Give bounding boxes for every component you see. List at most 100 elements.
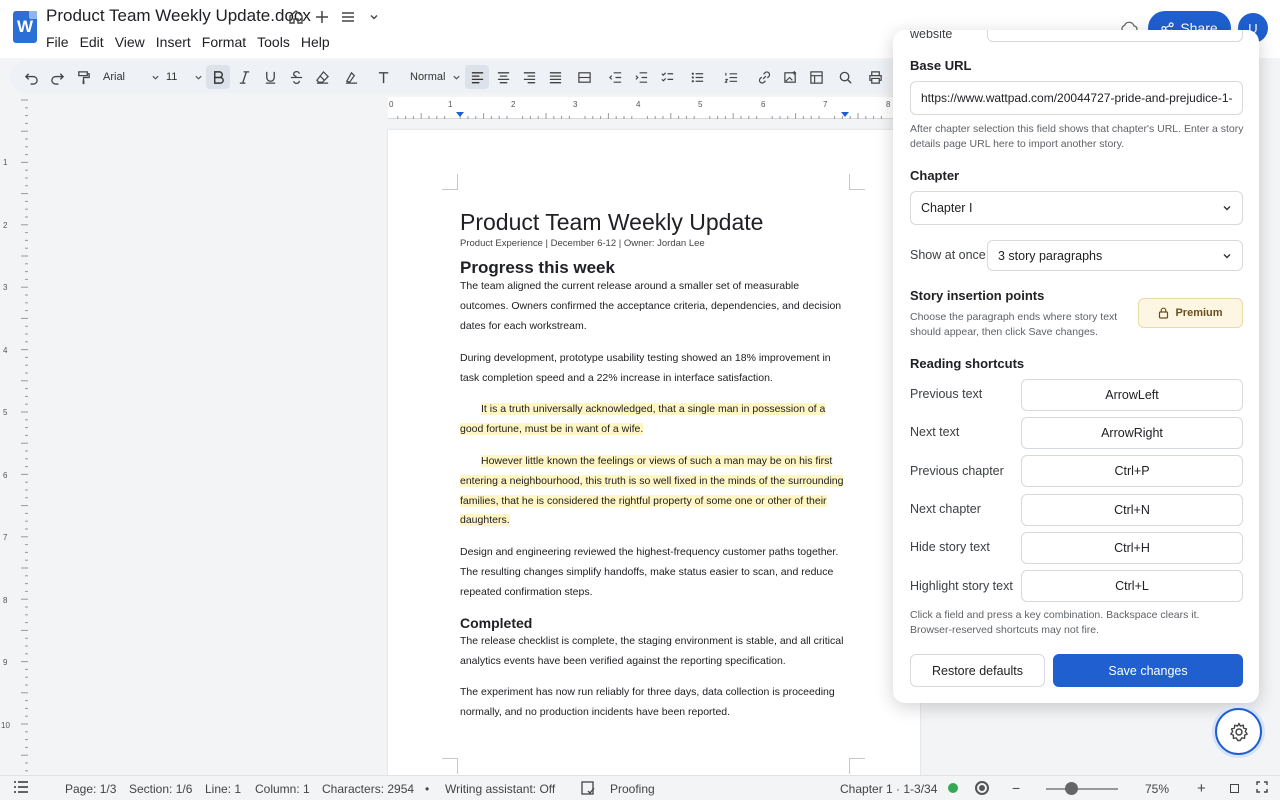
hruler-num: 4 (636, 100, 641, 109)
shortcut-input-next-chapter[interactable]: Ctrl+N (1021, 494, 1243, 526)
shortcut-input-next-text[interactable]: ArrowRight (1021, 417, 1243, 449)
premium-button[interactable]: Premium (1138, 298, 1243, 328)
base-url-input[interactable]: https://www.wattpad.com/20044727-pride-a… (910, 81, 1243, 115)
highlight-color-icon[interactable] (340, 68, 362, 86)
status-characters: Characters: 2954 (322, 782, 415, 796)
insertion-points-label: Story insertion points (910, 288, 1045, 303)
vertical-ruler: 1 2 3 4 5 6 7 8 9 10 (0, 96, 28, 772)
clear-formatting-eraser-icon[interactable] (313, 68, 331, 86)
restore-defaults-button[interactable]: Restore defaults (910, 654, 1045, 687)
status-section: Section: 1/6 (129, 782, 193, 796)
outline-list-icon[interactable] (13, 780, 29, 797)
chevron-down-icon (193, 68, 203, 86)
story-paragraph-highlighted: However little known the feelings or vie… (460, 455, 844, 527)
text-style-icon[interactable] (372, 68, 396, 86)
left-indent-marker[interactable] (456, 112, 464, 117)
status-line: Line: 1 (205, 782, 242, 796)
paragraph-style-select[interactable]: Normal (410, 68, 450, 86)
zoom-value: 75% (1145, 782, 1170, 796)
zoom-in-button[interactable]: + (1197, 780, 1206, 797)
italic-icon[interactable] (235, 68, 253, 86)
menu-file[interactable]: File (46, 34, 69, 50)
vruler-num: 9 (3, 658, 8, 667)
hruler-num: 0 (389, 100, 394, 109)
vruler-num: 7 (3, 533, 8, 542)
zoom-slider-thumb[interactable] (1065, 782, 1079, 795)
story-settings-panel: website Base URL https://www.wattpad.com… (893, 30, 1259, 703)
insert-table-icon[interactable] (807, 68, 825, 86)
shortcut-label-next-chapter: Next chapter (910, 502, 981, 516)
shortcut-input-hide-story[interactable]: Ctrl+H (1021, 532, 1243, 564)
hruler-num: 5 (698, 100, 703, 109)
proofing-icon (580, 780, 596, 799)
redo-icon[interactable] (48, 68, 66, 86)
menu-insert[interactable]: Insert (156, 34, 191, 50)
increase-indent-icon[interactable] (632, 68, 650, 86)
numbered-list-icon[interactable] (718, 68, 744, 86)
find-search-icon[interactable] (833, 68, 857, 86)
menu-view[interactable]: View (115, 34, 145, 50)
align-center-icon[interactable] (494, 68, 512, 86)
undo-icon[interactable] (22, 68, 40, 86)
paragraph: The team aligned the current release aro… (460, 280, 842, 332)
zoom-slider-track[interactable] (1046, 788, 1118, 790)
hamburger-menu-icon[interactable] (339, 8, 357, 26)
checklist-icon[interactable] (658, 68, 676, 86)
shortcut-input-previous-chapter[interactable]: Ctrl+P (1021, 455, 1243, 487)
section-heading-completed: Completed (460, 615, 533, 631)
status-column: Column: 1 (255, 782, 310, 796)
show-at-once-select[interactable]: 3 story paragraphs (987, 240, 1243, 271)
bold-icon[interactable] (206, 65, 230, 89)
link-icon[interactable] (755, 68, 773, 86)
partial-field-input[interactable] (987, 30, 1243, 42)
fit-page-icon[interactable] (1230, 784, 1239, 793)
strikethrough-icon[interactable] (287, 68, 305, 86)
margin-corner (442, 758, 458, 774)
paragraph: The experiment has now run reliably for … (460, 686, 835, 718)
home-icon[interactable] (287, 8, 305, 26)
zoom-out-button[interactable]: − (1012, 780, 1020, 796)
menu-edit[interactable]: Edit (80, 34, 104, 50)
menu-tools[interactable]: Tools (257, 34, 290, 50)
chapter-label: Chapter (910, 168, 960, 183)
shortcut-input-previous-text[interactable]: ArrowLeft (1021, 379, 1243, 411)
margin-corner (442, 174, 458, 190)
print-icon[interactable] (866, 68, 884, 86)
hruler-num: 2 (511, 100, 516, 109)
underline-icon[interactable] (261, 68, 279, 86)
app-window: W Product Team Weekly Update.docx File E… (0, 0, 1280, 800)
new-document-plus-icon[interactable] (313, 8, 331, 26)
chevron-down-icon (150, 68, 160, 86)
chapter-select[interactable]: Chapter I (910, 191, 1243, 225)
shortcut-input-highlight-story[interactable]: Ctrl+L (1021, 570, 1243, 602)
menu-help[interactable]: Help (301, 34, 330, 50)
partial-field-label: website (910, 30, 953, 41)
font-size-select[interactable]: 11 (166, 68, 186, 86)
menu-format[interactable]: Format (202, 34, 246, 50)
line-spacing-table-icon[interactable] (572, 68, 596, 86)
bulleted-list-icon[interactable] (684, 68, 710, 86)
document-meta: Product Experience | December 6-12 | Own… (460, 238, 705, 249)
align-right-icon[interactable] (520, 68, 538, 86)
proofing-label[interactable]: Proofing (610, 782, 655, 796)
vruler-num: 10 (1, 721, 10, 730)
decrease-indent-icon[interactable] (606, 68, 624, 86)
chevron-down-icon[interactable] (365, 8, 383, 26)
save-changes-button[interactable]: Save changes (1053, 654, 1243, 687)
settings-gear-button[interactable] (1215, 708, 1262, 755)
writing-assistant-status[interactable]: Writing assistant: Off (445, 782, 555, 796)
justify-icon[interactable] (546, 68, 564, 86)
font-family-select[interactable]: Arial (103, 68, 153, 86)
insert-image-icon[interactable] (781, 68, 799, 86)
vruler-num: 1 (3, 158, 8, 167)
paint-format-icon[interactable] (74, 68, 92, 86)
shortcut-label-previous-chapter: Previous chapter (910, 464, 1004, 478)
focus-mode-icon[interactable] (975, 781, 989, 795)
document-title[interactable]: Product Team Weekly Update.docx (46, 6, 311, 26)
horizontal-ruler: 0 1 2 3 4 5 6 7 8 (388, 97, 898, 119)
align-left-icon[interactable] (465, 65, 489, 89)
margin-corner (849, 758, 865, 774)
shortcuts-help: Click a field and press a key combinatio… (910, 609, 1200, 636)
fullscreen-icon[interactable] (1256, 781, 1268, 796)
document-heading: Product Team Weekly Update (460, 209, 764, 235)
